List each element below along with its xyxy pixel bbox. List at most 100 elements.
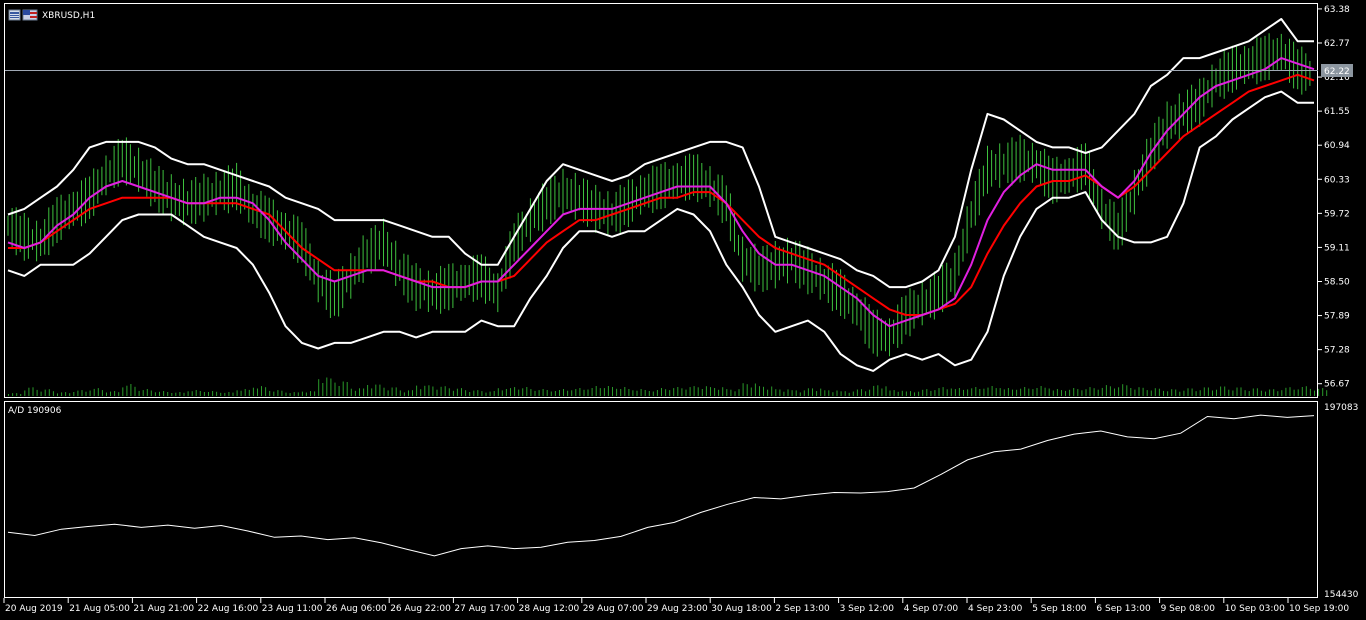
volume-bar xyxy=(1081,390,1083,396)
volume-bar xyxy=(714,388,716,396)
ad-axis-top: 197083 xyxy=(1324,403,1358,413)
volume-bar xyxy=(914,392,915,396)
flag-icon[interactable] xyxy=(22,9,38,21)
volume-bar xyxy=(489,391,491,396)
volume-bar xyxy=(1216,389,1217,396)
volume-bar xyxy=(8,394,9,396)
volume-bar xyxy=(628,389,630,396)
x-tick-label: 6 Sep 13:00 xyxy=(1096,604,1151,614)
volume-bar xyxy=(1171,389,1173,396)
volume-bar xyxy=(1056,389,1058,396)
volume-bar xyxy=(938,388,940,396)
volume-bar xyxy=(746,384,748,396)
volume-bar xyxy=(1256,388,1258,396)
volume-bar xyxy=(391,387,393,396)
volume-bar xyxy=(771,386,773,396)
volume-bar xyxy=(326,377,328,396)
price-axis: 63.3862.7762.1661.5560.9460.3359.7259.11… xyxy=(1318,5,1350,390)
volume-bar xyxy=(20,394,22,396)
volume-bar xyxy=(1220,386,1222,396)
volume-bar xyxy=(220,392,222,396)
volume-bar xyxy=(301,391,303,396)
volume-bar xyxy=(542,389,544,396)
volume-bar xyxy=(1191,388,1193,396)
volume-bar xyxy=(575,389,577,396)
volume-bar xyxy=(967,389,969,396)
y-tick-label: 59.11 xyxy=(1324,243,1350,253)
volume-bar xyxy=(293,392,295,396)
volume-bar xyxy=(461,388,462,396)
volume-bar xyxy=(159,391,160,396)
x-tick-label: 28 Aug 12:00 xyxy=(519,604,580,614)
volume-bar xyxy=(57,393,58,396)
volume-bar xyxy=(832,392,834,396)
volume-bar xyxy=(1073,388,1075,396)
volume-bar xyxy=(1232,390,1234,396)
volume-bar xyxy=(1199,390,1201,396)
volume-bar xyxy=(1236,387,1238,396)
volume-bar xyxy=(624,387,626,396)
volume-bar xyxy=(101,390,103,396)
y-tick-label: 61.55 xyxy=(1324,107,1350,117)
volume-bar xyxy=(616,388,618,396)
volume-bar xyxy=(240,390,242,396)
volume-bar xyxy=(399,390,401,396)
volume-bar xyxy=(971,388,973,396)
volume-bar xyxy=(607,386,609,396)
volume-bar xyxy=(1085,389,1087,396)
volume-bar xyxy=(1260,390,1262,396)
volume-bar xyxy=(685,389,687,396)
volume-bar xyxy=(81,390,83,396)
volume-bar xyxy=(1126,385,1128,396)
chart-window-icon[interactable] xyxy=(8,9,21,21)
volume-bar xyxy=(734,391,736,396)
volume-bar xyxy=(824,390,826,396)
volume-bar xyxy=(1052,390,1054,396)
volume-bar xyxy=(305,392,307,396)
volume-bar xyxy=(852,391,854,396)
volume-bar xyxy=(803,390,805,396)
volume-bar xyxy=(32,387,34,396)
volume-bar xyxy=(281,390,283,396)
volume-bar xyxy=(526,387,528,396)
trading-chart[interactable]: 63.3862.7762.1661.5560.9460.3359.7259.11… xyxy=(0,0,1366,620)
y-tick-label: 60.94 xyxy=(1324,141,1350,151)
volume-bar xyxy=(1154,388,1156,396)
volume-bar xyxy=(828,390,830,396)
x-tick-label: 30 Aug 18:00 xyxy=(711,604,772,614)
volume-bar xyxy=(1077,389,1079,396)
volume-bar xyxy=(1097,389,1099,396)
volume-bar xyxy=(930,390,932,396)
volume-bar xyxy=(587,389,589,396)
volume-bar xyxy=(869,389,871,396)
volume-bar xyxy=(807,388,809,396)
volume-bar xyxy=(24,390,26,396)
volume-bar xyxy=(922,389,924,396)
volume-bar xyxy=(1036,388,1038,396)
volume-bar xyxy=(1277,391,1279,396)
x-tick-label: 3 Sep 12:00 xyxy=(840,604,895,614)
volume-bar xyxy=(346,382,348,396)
volume-bar xyxy=(701,389,703,396)
volume-bar xyxy=(999,388,1001,396)
volume-bar xyxy=(130,384,132,396)
volume-bar xyxy=(1150,390,1152,396)
volume-bar xyxy=(1101,387,1103,396)
volume-bar xyxy=(1285,387,1287,396)
volume-bar xyxy=(791,390,793,396)
volume-bar xyxy=(754,383,756,396)
x-tick-label: 4 Sep 23:00 xyxy=(968,604,1023,614)
volume-bar xyxy=(567,390,569,396)
volume-bar xyxy=(1020,388,1022,396)
volume-bar xyxy=(1007,388,1009,396)
volume-bar xyxy=(718,389,720,396)
volume-bar xyxy=(1203,387,1205,396)
volume-bar xyxy=(640,389,642,396)
volume-bar xyxy=(1122,384,1124,396)
volume-bar xyxy=(379,384,381,396)
volume-bar xyxy=(191,391,193,396)
volume-bar xyxy=(277,390,279,396)
indicator-panel[interactable] xyxy=(4,401,1318,598)
volume-bar xyxy=(1065,390,1066,396)
volume-bar xyxy=(163,391,165,396)
